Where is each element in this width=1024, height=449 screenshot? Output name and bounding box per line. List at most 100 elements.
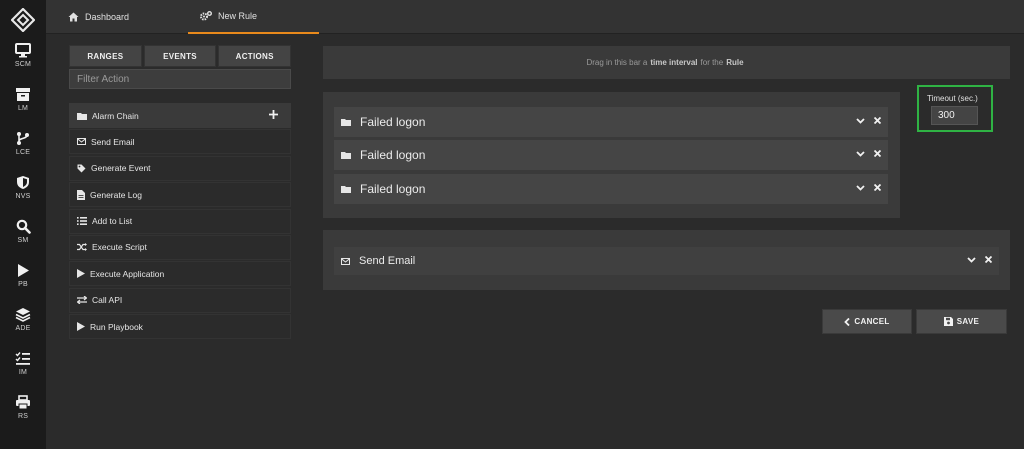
folder-icon — [341, 152, 351, 159]
rail-label: PB — [18, 281, 28, 288]
rail-label: LCE — [15, 149, 31, 156]
tab-label: New Rule — [218, 11, 258, 21]
close-icon[interactable] — [874, 150, 881, 157]
rail-label: SM — [17, 237, 29, 244]
interval-text-bold-rule: Rule — [726, 58, 744, 67]
chevron-down-icon[interactable] — [967, 256, 976, 263]
search-icon — [16, 219, 31, 234]
action-list: Alarm Chain Send Email Generate Event Ge… — [69, 103, 291, 341]
play-icon — [18, 264, 29, 277]
action-item-generate-log[interactable]: Generate Log — [69, 182, 291, 208]
rail-item-lce[interactable]: LCE — [0, 131, 46, 171]
rail-item-nvs[interactable]: NVS — [0, 175, 46, 215]
chevron-down-icon[interactable] — [856, 117, 865, 124]
rail-label: LM — [17, 105, 29, 112]
tag-icon — [77, 164, 86, 173]
close-icon[interactable] — [874, 184, 881, 191]
layers-icon — [15, 308, 31, 322]
action-item-execute-script[interactable]: Execute Script — [69, 234, 291, 260]
action-item-generate-event[interactable]: Generate Event — [69, 155, 291, 181]
library-tabs: RANGES EVENTS ACTIONS — [69, 45, 292, 67]
shield-icon — [17, 176, 29, 189]
rule-row[interactable]: Failed logon — [334, 140, 888, 170]
action-item-alarm-chain[interactable]: Alarm Chain — [69, 103, 291, 128]
floppy-icon — [943, 317, 953, 326]
chevron-down-icon[interactable] — [856, 184, 865, 191]
rule-row-label: Failed logon — [360, 148, 426, 162]
time-interval-drop-bar[interactable]: Drag in this bar a time interval for the… — [323, 46, 1010, 79]
exchange-icon — [77, 296, 87, 305]
action-label: Generate Event — [91, 163, 151, 174]
rail-item-im[interactable]: IM — [0, 351, 46, 391]
rail-item-rs[interactable]: RS — [0, 395, 46, 435]
action-label: Send Email — [91, 136, 135, 147]
envelope-icon — [77, 138, 86, 146]
action-row-send-email[interactable]: Send Email — [334, 247, 999, 275]
rule-row[interactable]: Failed logon — [334, 174, 888, 204]
cancel-label: CANCEL — [854, 317, 890, 326]
action-item-send-email[interactable]: Send Email — [69, 129, 291, 155]
rule-group-box: Failed logon Failed logon Failed logon — [323, 92, 900, 218]
action-drop-box: Send Email — [323, 230, 1010, 290]
logo-icon[interactable] — [11, 8, 35, 32]
rule-row[interactable]: Failed logon — [334, 107, 888, 137]
rail-label: NVS — [15, 193, 31, 200]
folder-icon — [77, 112, 87, 120]
close-icon[interactable] — [874, 117, 881, 124]
action-label: Execute Script — [92, 242, 147, 253]
save-button[interactable]: SAVE — [916, 309, 1007, 334]
timeout-input[interactable] — [931, 106, 978, 125]
rail-item-pb[interactable]: PB — [0, 263, 46, 303]
rail-label: IM — [18, 369, 28, 376]
list-check-icon — [15, 352, 30, 365]
icon-rail: SCM LM LCE NVS SM PB ADE IM RS — [0, 0, 46, 449]
action-item-call-api[interactable]: Call API — [69, 287, 291, 313]
interval-text-prefix: Drag in this bar a — [586, 58, 648, 67]
rail-label: ADE — [15, 325, 31, 332]
play-icon — [77, 269, 85, 279]
tab-ranges[interactable]: RANGES — [69, 45, 142, 67]
interval-text-bold: time interval — [650, 58, 698, 67]
rule-row-label: Failed logon — [360, 182, 426, 196]
action-label: Call API — [92, 295, 123, 306]
rail-item-scm[interactable]: SCM — [0, 43, 46, 83]
chevron-down-icon[interactable] — [856, 150, 865, 157]
action-label: Execute Application — [90, 268, 165, 279]
action-item-add-to-list[interactable]: Add to List — [69, 208, 291, 234]
plus-icon[interactable] — [269, 110, 283, 119]
interval-text-middle: for the — [700, 58, 724, 67]
save-label: SAVE — [956, 317, 980, 326]
tab-new-rule[interactable]: New Rule — [188, 0, 319, 34]
action-label: Alarm Chain — [92, 110, 139, 121]
action-item-run-playbook[interactable]: Run Playbook — [69, 314, 291, 340]
rail-label: RS — [17, 413, 29, 420]
filter-action-input[interactable] — [69, 69, 291, 89]
play-icon — [77, 322, 85, 332]
close-icon[interactable] — [985, 256, 992, 263]
action-item-execute-application[interactable]: Execute Application — [69, 261, 291, 287]
home-icon — [68, 12, 79, 22]
rule-row-label: Failed logon — [360, 115, 426, 129]
timeout-panel: Timeout (sec.) — [917, 85, 993, 132]
folder-icon — [341, 119, 351, 126]
file-icon — [77, 189, 85, 200]
tab-dashboard[interactable]: Dashboard — [68, 0, 129, 34]
rail-item-ade[interactable]: ADE — [0, 307, 46, 347]
action-label: Generate Log — [90, 189, 142, 200]
cancel-button[interactable]: CANCEL — [822, 309, 912, 334]
timeout-label: Timeout (sec.) — [927, 94, 978, 103]
tab-actions[interactable]: ACTIONS — [218, 45, 292, 67]
shuffle-icon — [77, 243, 87, 252]
top-tab-bar: Dashboard New Rule — [46, 0, 1024, 34]
chevron-left-icon — [844, 317, 851, 326]
tab-events[interactable]: EVENTS — [143, 45, 217, 67]
action-row-label: Send Email — [359, 255, 416, 267]
action-label: Run Playbook — [90, 321, 143, 332]
cogs-icon — [200, 11, 212, 21]
rail-item-sm[interactable]: SM — [0, 219, 46, 259]
list-icon — [77, 217, 87, 226]
archive-icon — [16, 88, 30, 101]
rail-item-lm[interactable]: LM — [0, 87, 46, 127]
monitor-icon — [15, 43, 31, 58]
branch-icon — [17, 132, 29, 145]
